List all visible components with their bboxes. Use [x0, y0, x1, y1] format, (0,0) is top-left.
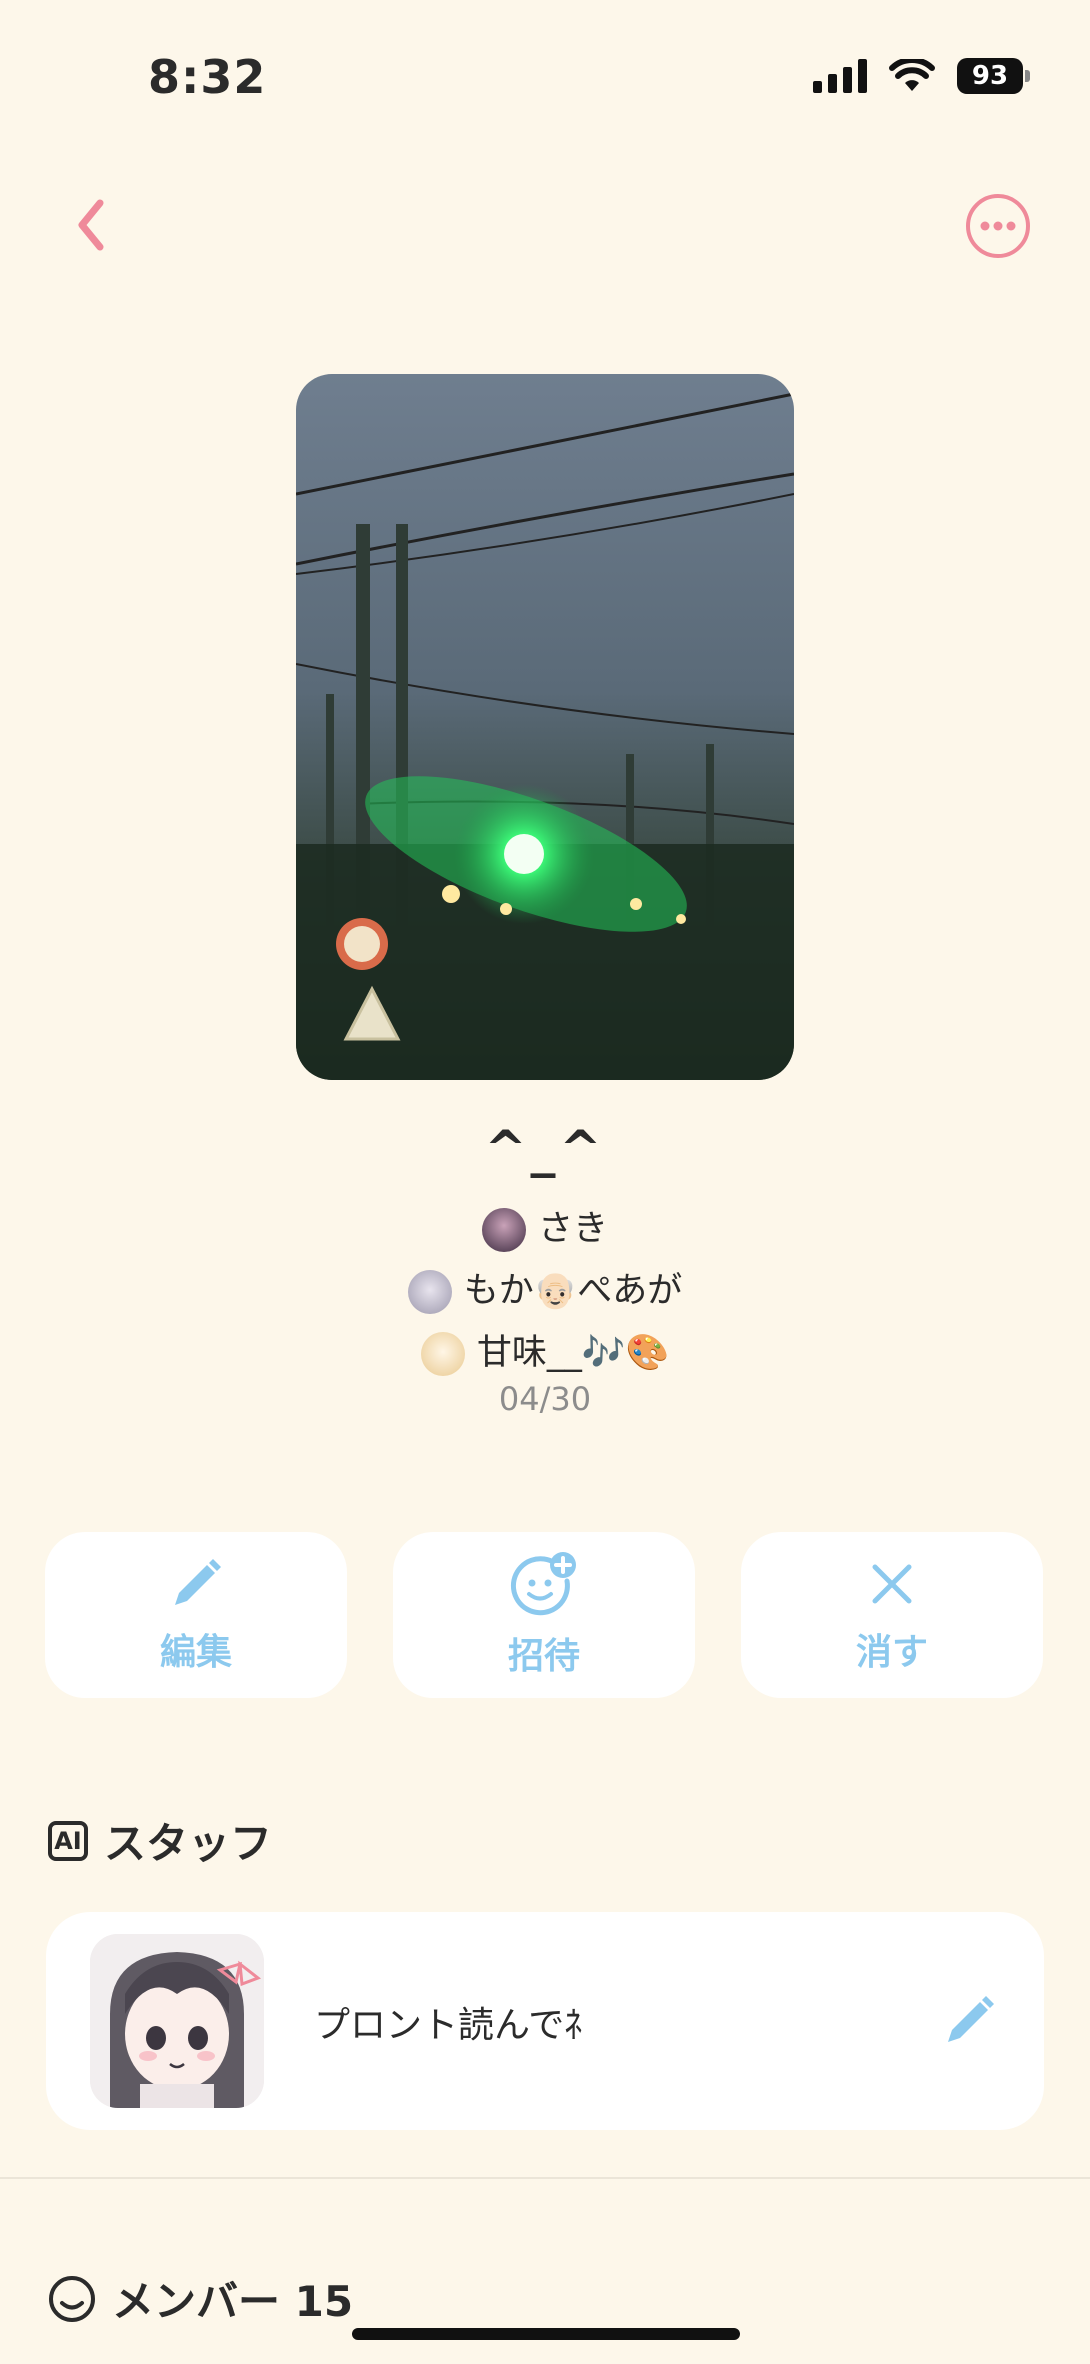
member-names: 甘味__🎶🎨 — [476, 1333, 670, 1373]
ai-icon: AI — [48, 1820, 88, 1861]
delete-button[interactable]: 消す — [741, 1532, 1043, 1698]
invite-smiley-icon — [510, 1552, 576, 1616]
members-title: メンバー 15 — [112, 2277, 354, 2326]
member-avatar — [420, 1332, 465, 1376]
post-photo[interactable] — [296, 374, 794, 1080]
post-date: 04/30 — [498, 1380, 592, 1418]
member-names: もか👴🏻ぺあが — [463, 1271, 683, 1311]
member-line: もか👴🏻ぺあが — [0, 1262, 1090, 1314]
back-button[interactable] — [66, 195, 116, 255]
divider — [0, 2177, 1090, 2179]
status-icons: 93 — [813, 58, 1030, 94]
edit-label: 編集 — [159, 1632, 232, 1673]
member-line: 甘味__🎶🎨 — [0, 1324, 1090, 1376]
edit-button[interactable]: 編集 — [45, 1532, 347, 1698]
chevron-left-icon — [78, 199, 104, 251]
ellipsis-circle-icon — [966, 194, 1030, 258]
invite-button[interactable]: 招待 — [393, 1532, 695, 1698]
smiley-icon — [49, 2275, 95, 2322]
member-avatar — [407, 1270, 452, 1314]
delete-label: 消す — [855, 1632, 928, 1673]
pencil-icon — [948, 1996, 994, 2042]
members-section-title: メンバー 15 — [48, 2268, 353, 2329]
staff-prompt-text: プロント読んでﾈ — [314, 2005, 583, 2046]
staff-edit-button[interactable] — [940, 1992, 998, 2054]
home-indicator — [352, 2328, 740, 2340]
status-time: 8:32 — [148, 50, 267, 104]
staff-avatar — [90, 1934, 264, 2108]
member-names: さき — [537, 1209, 608, 1249]
battery-level: 93 — [957, 58, 1023, 94]
pencil-icon — [175, 1559, 221, 1605]
close-icon — [872, 1564, 912, 1604]
wifi-icon — [889, 59, 935, 91]
battery-icon: 93 — [957, 58, 1030, 94]
member-avatar — [481, 1208, 526, 1252]
invite-label: 招待 — [507, 1636, 580, 1677]
staff-title: スタッフ — [104, 1819, 273, 1868]
member-line: さき — [0, 1200, 1090, 1252]
more-options-button[interactable] — [964, 192, 1032, 260]
staff-section-title: AI スタッフ — [48, 1810, 272, 1871]
staff-card[interactable]: プロント読んでﾈ — [46, 1912, 1044, 2130]
signal-icon — [813, 59, 867, 93]
post-title: ^_^ — [484, 1120, 606, 1178]
